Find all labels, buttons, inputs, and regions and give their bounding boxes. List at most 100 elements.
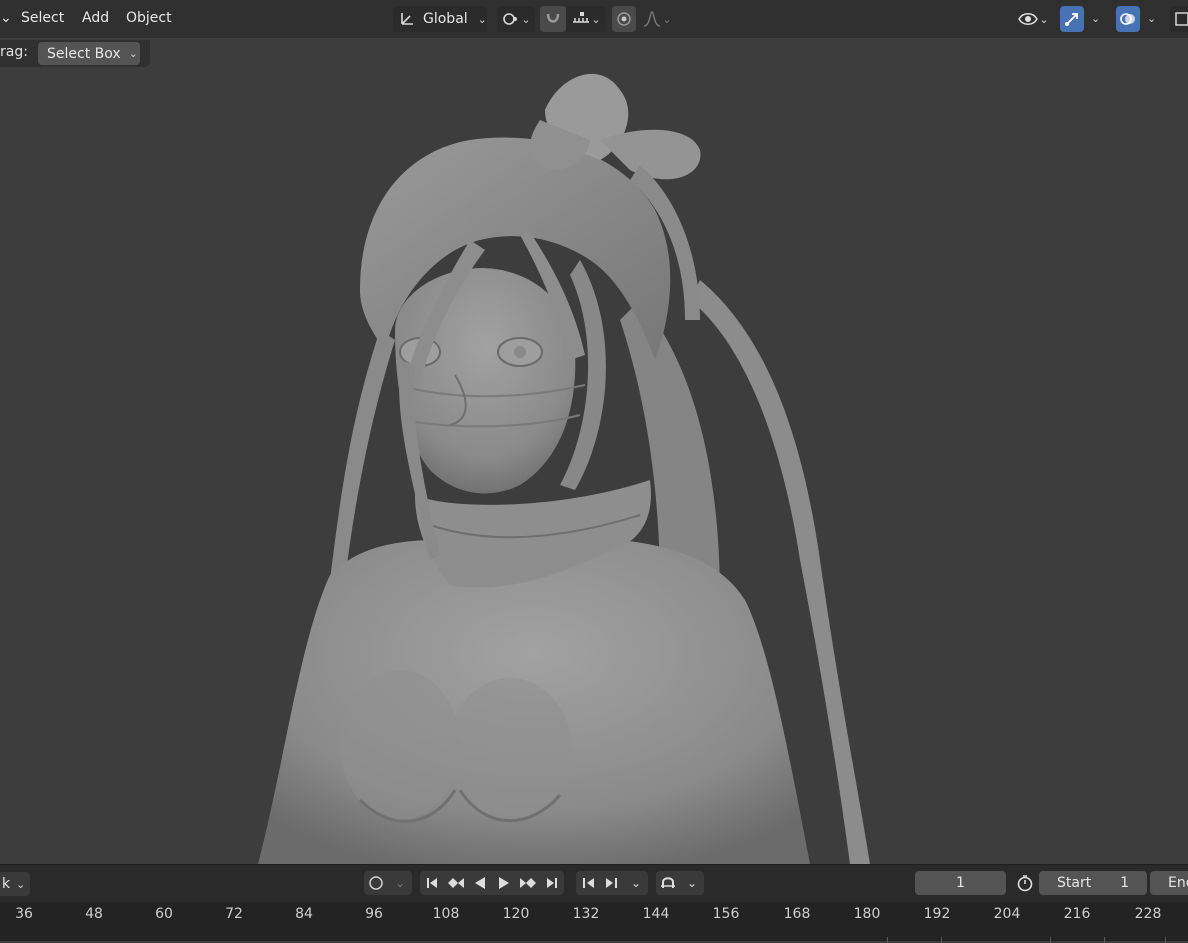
ruler-marker — [887, 937, 888, 943]
jump-to-start-button[interactable] — [420, 871, 444, 895]
chevron-down-icon: ⌄ — [394, 876, 406, 890]
jump-start-icon — [427, 878, 437, 888]
timeline-ruler[interactable]: 36 48 60 72 84 96 108 120 132 144 156 16… — [0, 902, 1188, 943]
falloff-dropdown[interactable]: ⌄ — [638, 6, 676, 32]
keying-label: k — [2, 876, 11, 892]
gizmo-icon — [1065, 13, 1078, 26]
ruler-tick: 144 — [642, 906, 670, 922]
jump-to-end-button[interactable] — [540, 871, 564, 895]
chevron-down-icon: ⌄ — [630, 876, 642, 890]
view-menu-chevron[interactable]: ⌄ — [0, 10, 12, 26]
object-menu[interactable]: Object — [126, 10, 172, 26]
ruler-tick: 48 — [85, 906, 103, 922]
chevron-down-icon: ⌄ — [1039, 12, 1049, 26]
snap-increment-icon — [573, 12, 590, 23]
gizmo-dropdown-chevron[interactable]: ⌄ — [1091, 12, 1100, 25]
use-preview-range-toggle[interactable] — [1013, 871, 1037, 895]
start-frame-field[interactable]: Start 1 — [1039, 871, 1147, 895]
snap-target-dropdown[interactable]: ⌄ — [566, 6, 606, 32]
select-mode-label: Select Box — [47, 45, 121, 62]
chevron-down-icon: ⌄ — [686, 876, 698, 890]
record-icon — [369, 876, 383, 890]
chevron-down-icon: ⌄ — [662, 12, 672, 26]
ruler-tick: 156 — [712, 906, 740, 922]
stopwatch-icon — [1017, 875, 1033, 892]
prev-keyframe-icon — [448, 878, 464, 888]
tool-settings-bar: rag: Select Box ⌄ — [0, 40, 150, 67]
magnet-icon — [546, 13, 560, 23]
proportional-editing-toggle[interactable] — [612, 6, 636, 32]
timeline-snap-dropdown[interactable]: ⌄ — [680, 871, 704, 895]
xray-icon — [1175, 12, 1188, 26]
play-button[interactable] — [492, 871, 516, 895]
jump-next-keyframe-button[interactable] — [516, 871, 540, 895]
overlays-icon — [1120, 13, 1135, 25]
3d-viewport[interactable] — [0, 38, 1188, 864]
ruler-tick: 60 — [155, 906, 173, 922]
ruler-tick: 180 — [853, 906, 881, 922]
ruler-tick: 108 — [432, 906, 460, 922]
current-frame-field[interactable]: 1 — [915, 871, 1006, 895]
drag-label: rag: — [0, 44, 28, 60]
ruler-tick: 36 — [15, 906, 33, 922]
auto-keying-toggle[interactable] — [364, 871, 388, 895]
add-menu[interactable]: Add — [82, 10, 109, 26]
overlays-toggle[interactable] — [1116, 6, 1140, 32]
snap-toggle[interactable] — [540, 6, 566, 32]
ruler-tick: 204 — [993, 906, 1021, 922]
jump-prev-keyframe-button[interactable] — [444, 871, 468, 895]
play-icon — [499, 877, 509, 889]
timeline-snap-toggle[interactable] — [656, 871, 680, 895]
chevron-down-icon: ⌄ — [477, 12, 487, 26]
viewport-header: ⌄ Select Add Object Global ⌄ ⌄ ⌄ ⌄ ⌄ ⌄ ⌄ — [0, 0, 1188, 38]
next-keyframe-icon — [520, 878, 536, 888]
play-reverse-button[interactable] — [468, 871, 492, 895]
ruler-marker — [1050, 937, 1051, 943]
visibility-dropdown[interactable]: ⌄ — [1012, 6, 1054, 32]
ruler-tick: 96 — [365, 906, 383, 922]
ruler-tick: 228 — [1134, 906, 1162, 922]
orientation-icon — [401, 13, 413, 25]
ruler-marker — [1165, 937, 1166, 943]
ruler-tick: 132 — [572, 906, 600, 922]
pivot-icon — [503, 13, 518, 25]
magnet-icon — [661, 877, 675, 888]
overlays-dropdown-chevron[interactable]: ⌄ — [1147, 12, 1156, 25]
end-frame-field[interactable]: End — [1150, 871, 1188, 895]
auto-keying-dropdown[interactable]: ⌄ — [388, 871, 412, 895]
ruler-tick: 168 — [783, 906, 811, 922]
pivot-point-dropdown[interactable]: ⌄ — [497, 6, 535, 32]
keying-dropdown[interactable]: k ⌄ — [0, 872, 30, 896]
orientation-label: Global — [423, 11, 468, 27]
select-mode-dropdown[interactable]: Select Box ⌄ — [38, 42, 140, 65]
playback-dropdown[interactable]: ⌄ — [624, 871, 648, 895]
next-frame-button[interactable] — [600, 871, 624, 895]
gizmo-toggle[interactable] — [1060, 6, 1084, 32]
transform-orientation-dropdown[interactable]: Global ⌄ — [393, 6, 487, 32]
select-menu[interactable]: Select — [21, 10, 64, 26]
end-label: End — [1168, 875, 1188, 891]
ruler-tick: 120 — [502, 906, 530, 922]
step-forward-icon — [606, 878, 617, 888]
ruler-tick: 216 — [1063, 906, 1091, 922]
chevron-down-icon: ⌄ — [128, 47, 138, 60]
proportional-icon — [617, 12, 631, 26]
play-reverse-icon — [475, 877, 485, 889]
ruler-marker — [941, 937, 942, 943]
ruler-marker — [1104, 937, 1105, 943]
chevron-down-icon: ⌄ — [521, 12, 531, 26]
jump-end-icon — [547, 878, 557, 888]
prev-frame-button[interactable] — [576, 871, 600, 895]
ruler-tick: 84 — [295, 906, 313, 922]
ruler-tick: 192 — [923, 906, 951, 922]
start-label: Start — [1057, 875, 1092, 891]
step-back-icon — [583, 878, 594, 888]
start-value: 1 — [1120, 875, 1129, 891]
xray-toggle[interactable] — [1170, 6, 1188, 32]
chevron-down-icon: ⌄ — [16, 877, 26, 891]
ruler-tick: 72 — [225, 906, 243, 922]
eye-icon — [1018, 13, 1039, 25]
character-model — [258, 73, 870, 864]
falloff-curve-icon — [644, 11, 661, 27]
chevron-down-icon: ⌄ — [591, 12, 601, 26]
